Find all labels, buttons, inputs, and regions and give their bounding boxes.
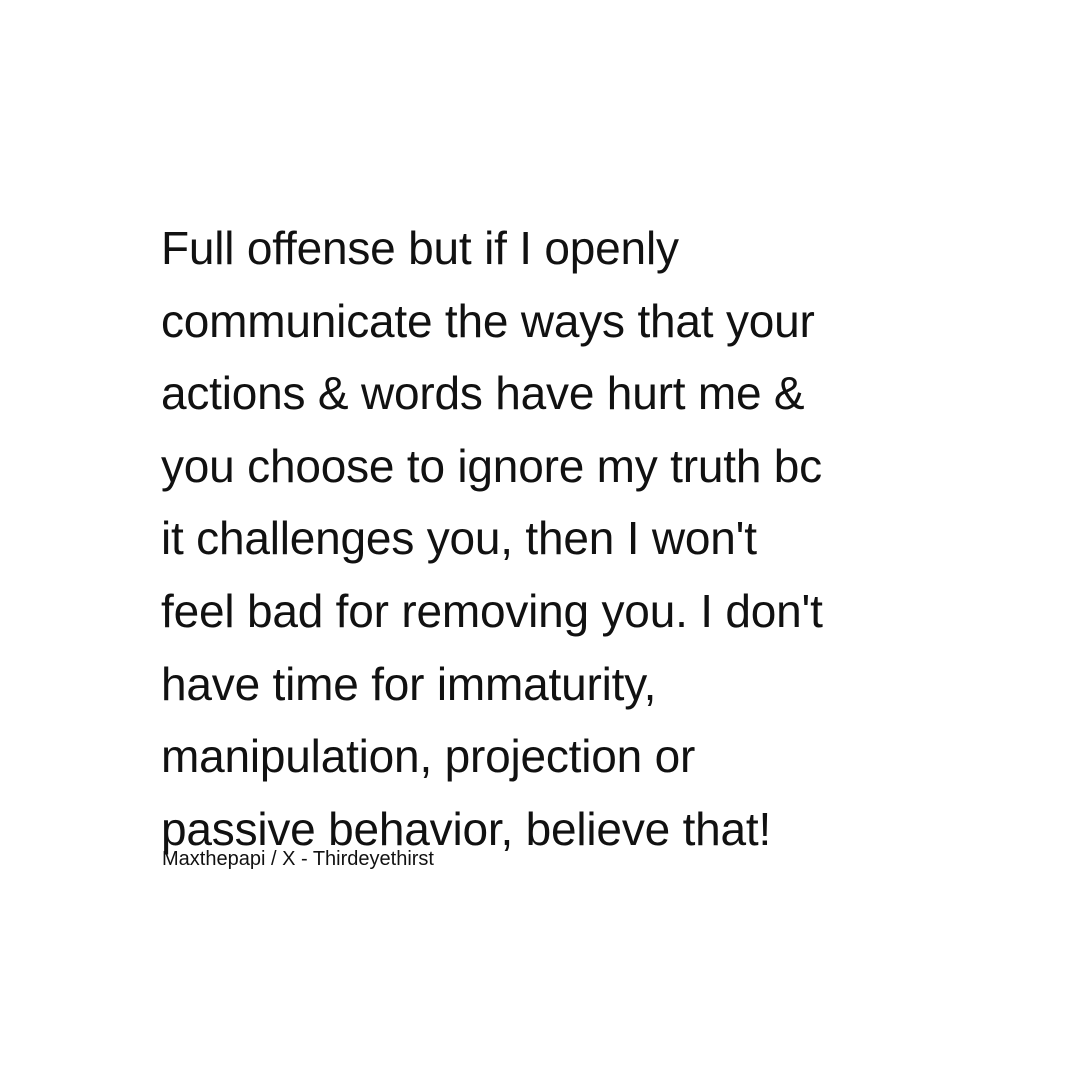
quote-line: feel bad for removing you. I don't (161, 584, 823, 637)
quote-line: have time for immaturity, (161, 657, 657, 710)
quote-line: Full offense but if I openly (161, 222, 679, 274)
quote-text: Full offense but if I openly communicate… (161, 212, 1041, 865)
quote-line: it challenges you, then I won't (161, 512, 757, 565)
attribution: Maxthepapi / X - Thirdeyethirst (162, 848, 434, 870)
quote-line: actions & words have hurt me & (161, 367, 805, 420)
quote-line: communicate the ways that your (161, 294, 815, 347)
quote-line: manipulation, projection or (161, 730, 696, 783)
quote-line: you choose to ignore my truth bc (161, 439, 822, 492)
quote-card: Full offense but if I openly communicate… (0, 0, 1080, 1080)
